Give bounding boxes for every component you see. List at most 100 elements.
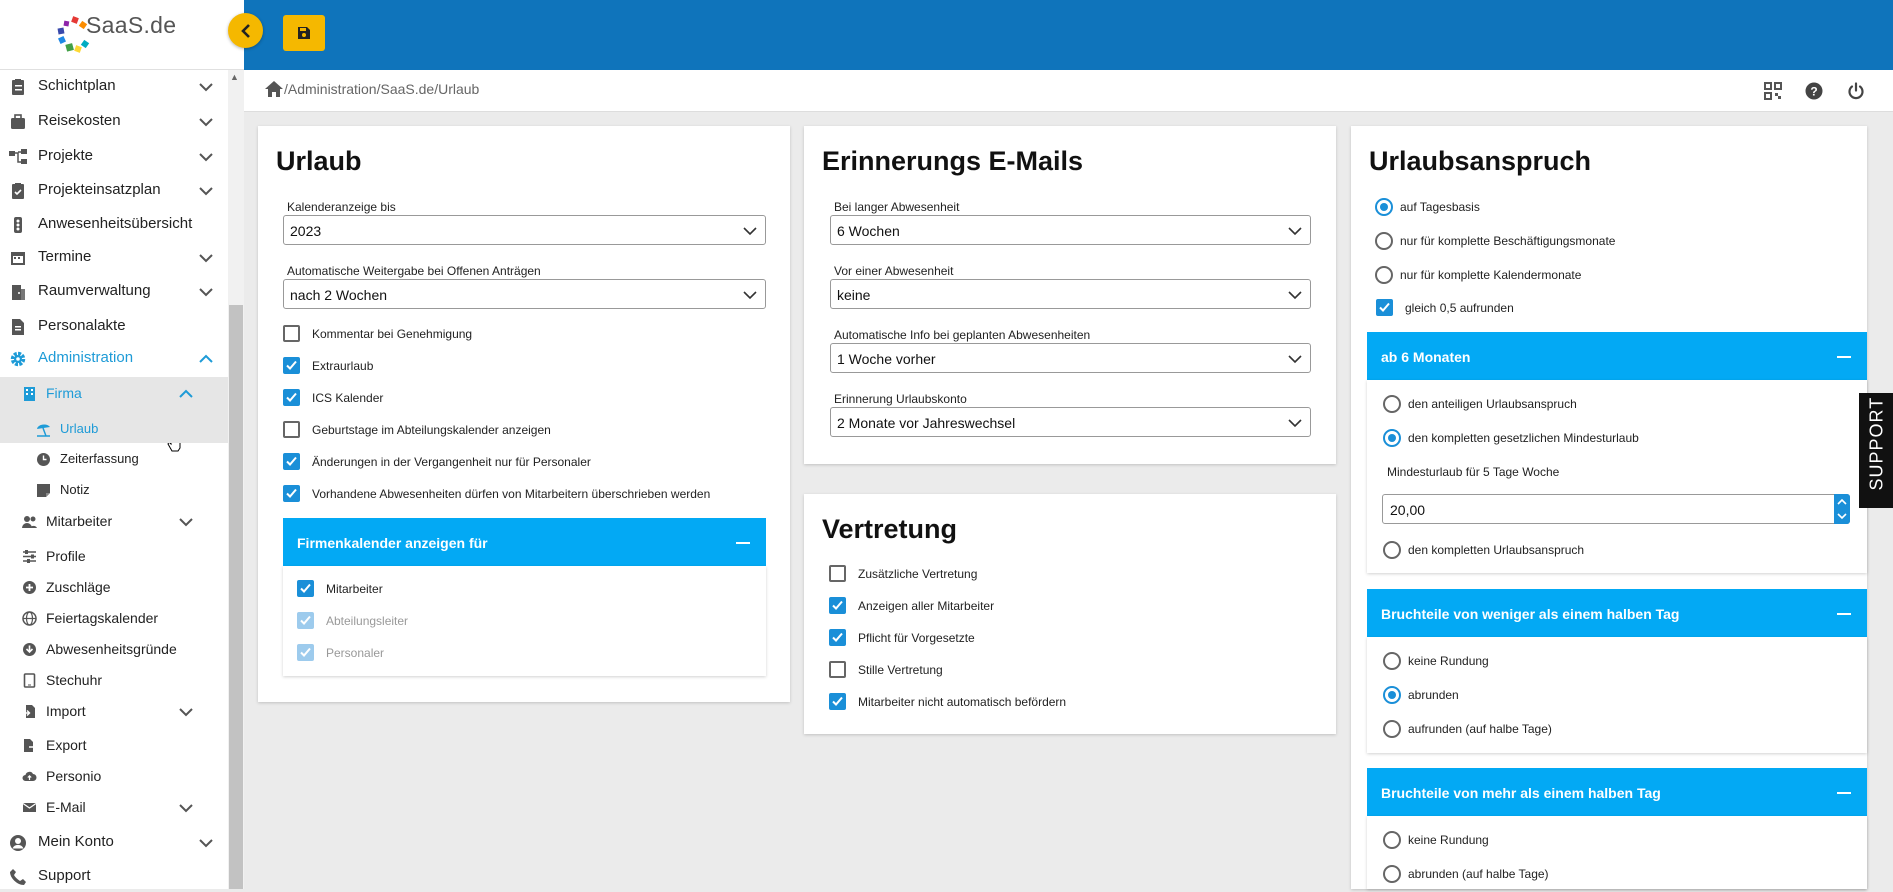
erinnerung-2-select[interactable]: 1 Woche vorher — [830, 343, 1311, 373]
cloud-upload-icon — [22, 771, 37, 781]
firmenkalender-panel-header[interactable]: Firmenkalender anzeigen für — [283, 518, 766, 566]
sidebar-item-urlaub[interactable]: Urlaub — [0, 413, 228, 443]
sidebar-item-zuschlaege[interactable]: Zuschläge — [0, 571, 228, 603]
sidebar-item-mein-konto[interactable]: Mein Konto — [0, 826, 228, 858]
kompletter-urlaubsanspruch-radio[interactable] — [1383, 541, 1401, 559]
gesetzlicher-mindesturlaub-radio[interactable] — [1383, 429, 1401, 447]
scroll-up-arrow[interactable]: ▲ — [230, 72, 239, 82]
urlaub-option-0-checkbox[interactable] — [283, 325, 300, 342]
sidebar-item-anwesenheitsuebersicht[interactable]: Anwesenheitsübersicht — [0, 208, 228, 240]
weniger-2-radio[interactable] — [1383, 720, 1401, 738]
anspruch-2-radio[interactable] — [1375, 266, 1393, 284]
power-icon[interactable] — [1847, 82, 1865, 100]
chevron-down-icon — [179, 518, 193, 527]
urlaub-option-1-checkbox[interactable] — [283, 357, 300, 374]
sidebar-item-zeiterfassung[interactable]: Zeiterfassung — [0, 443, 228, 475]
sidebar-item-mitarbeiter[interactable]: Mitarbeiter — [0, 505, 228, 537]
sidebar-item-label: Support — [38, 867, 91, 884]
erinnerung-3-select[interactable]: 2 Monate vor Jahreswechsel — [830, 407, 1311, 437]
checkbox-label: gleich 0,5 aufrunden — [1405, 301, 1514, 315]
number-spinner[interactable] — [1834, 494, 1850, 524]
chevron-down-icon — [199, 288, 213, 297]
mindesturlaub-input[interactable]: 20,00 — [1382, 494, 1850, 524]
sidebar-item-personalakte[interactable]: Personalakte — [0, 310, 228, 342]
file-export-icon — [24, 739, 37, 752]
home-icon[interactable] — [264, 80, 284, 98]
logo[interactable]: SaaS.de — [0, 0, 244, 70]
vertretung-1-checkbox[interactable] — [829, 597, 846, 614]
weniger-0-radio[interactable] — [1383, 652, 1401, 670]
panel-title: Bruchteile von weniger als einem halben … — [1381, 606, 1680, 622]
sidebar-item-projekteinsatzplan[interactable]: Projekteinsatzplan — [0, 174, 228, 206]
qr-code-icon[interactable] — [1764, 82, 1782, 100]
urlaub-option-2-checkbox[interactable] — [283, 389, 300, 406]
anteiliger-radio[interactable] — [1383, 395, 1401, 413]
chevron-down-icon — [199, 254, 213, 263]
sidebar-item-label: Schichtplan — [38, 77, 116, 94]
kalenderanzeige-select[interactable]: 2023 — [283, 215, 766, 245]
erinnerung-0-select[interactable]: 6 Wochen — [830, 215, 1311, 245]
panel-title: Firmenkalender anzeigen für — [297, 535, 488, 551]
sidebar-item-support[interactable]: Support — [0, 860, 228, 892]
urlaub-option-3-checkbox[interactable] — [283, 421, 300, 438]
vertretung-0-checkbox[interactable] — [829, 565, 846, 582]
collapse-minus-icon[interactable] — [1837, 613, 1851, 615]
vertretung-3-checkbox[interactable] — [829, 661, 846, 678]
checkbox-label: Personaler — [326, 646, 385, 660]
firmenkalender-0-checkbox[interactable] — [297, 580, 314, 597]
umbrella-beach-icon — [37, 424, 50, 437]
sidebar-item-projekte[interactable]: Projekte — [0, 140, 228, 172]
erinnerung-1-select[interactable]: keine — [830, 279, 1311, 309]
checkbox-label: Vorhandene Abwesenheiten dürfen von Mita… — [312, 487, 711, 501]
sidebar-item-firma[interactable]: Firma — [0, 377, 228, 413]
sidebar-item-raumverwaltung[interactable]: Raumverwaltung — [0, 275, 228, 307]
sidebar-item-schichtplan[interactable]: Schichtplan — [0, 70, 228, 102]
collapse-sidebar-button[interactable] — [228, 13, 263, 48]
sidebar-item-administration[interactable]: Administration — [0, 342, 228, 374]
urlaub-option-4-checkbox[interactable] — [283, 453, 300, 470]
sidebar-item-profile[interactable]: Profile — [0, 540, 228, 572]
weniger-1-radio[interactable] — [1383, 686, 1401, 704]
chevron-down-icon — [1288, 291, 1302, 300]
sidebar-item-termine[interactable]: Termine — [0, 241, 228, 273]
sidebar-item-stechuhr[interactable]: Stechuhr — [0, 664, 228, 696]
mehr-0-radio[interactable] — [1383, 831, 1401, 849]
door-icon — [12, 285, 25, 300]
support-tab[interactable]: SUPPORT — [1859, 393, 1893, 508]
card-title: Urlaub — [276, 146, 362, 176]
anspruch-0-radio[interactable] — [1375, 198, 1393, 216]
checkbox-label: Mitarbeiter — [326, 582, 383, 596]
field-label: Vor einer Abwesenheit — [834, 264, 954, 278]
sidebar-item-personio[interactable]: Personio — [0, 760, 228, 792]
sidebar-item-feiertagskalender[interactable]: Feiertagskalender — [0, 602, 228, 634]
sidebar-item-export[interactable]: Export — [0, 729, 228, 761]
sidebar-item-abwesenheitsgruende[interactable]: Abwesenheitsgründe — [0, 633, 228, 665]
field-label: Mindesturlaub für 5 Tage Woche — [1387, 465, 1560, 479]
chevron-down-icon — [1288, 355, 1302, 364]
sidebar-item-reisekosten[interactable]: Reisekosten — [0, 105, 228, 137]
ab-6-monaten-panel-header[interactable]: ab 6 Monaten — [1367, 332, 1867, 380]
vertretung-4-checkbox[interactable] — [829, 693, 846, 710]
sidebar-item-email[interactable]: E-Mail — [0, 791, 228, 823]
weniger-halber-tag-panel-header[interactable]: Bruchteile von weniger als einem halben … — [1367, 589, 1867, 637]
save-button[interactable] — [283, 15, 325, 51]
aufrunden-checkbox[interactable] — [1376, 299, 1393, 316]
collapse-minus-icon[interactable] — [1837, 792, 1851, 794]
sidebar-item-notiz[interactable]: Notiz — [0, 474, 228, 506]
checkbox-label: Mitarbeiter nicht automatisch befördern — [858, 695, 1067, 709]
sidebar-item-import[interactable]: Import — [0, 695, 228, 727]
sitemap-icon — [9, 149, 27, 164]
anspruch-1-radio[interactable] — [1375, 232, 1393, 250]
help-icon[interactable]: ? — [1805, 82, 1823, 100]
urlaub-option-5-checkbox[interactable] — [283, 485, 300, 502]
mehr-halber-tag-panel-header[interactable]: Bruchteile von mehr als einem halben Tag — [1367, 768, 1867, 816]
traffic-light-icon — [14, 217, 22, 233]
vertretung-2-checkbox[interactable] — [829, 629, 846, 646]
collapse-minus-icon[interactable] — [736, 542, 750, 544]
weitergabe-select[interactable]: nach 2 Wochen — [283, 279, 766, 309]
mehr-1-radio[interactable] — [1383, 865, 1401, 883]
checkbox-label: Extraurlaub — [312, 359, 374, 373]
sidebar-scrollbar-thumb[interactable] — [229, 305, 243, 889]
sidebar-item-label: Zeiterfassung — [60, 451, 139, 466]
collapse-minus-icon[interactable] — [1837, 356, 1851, 358]
